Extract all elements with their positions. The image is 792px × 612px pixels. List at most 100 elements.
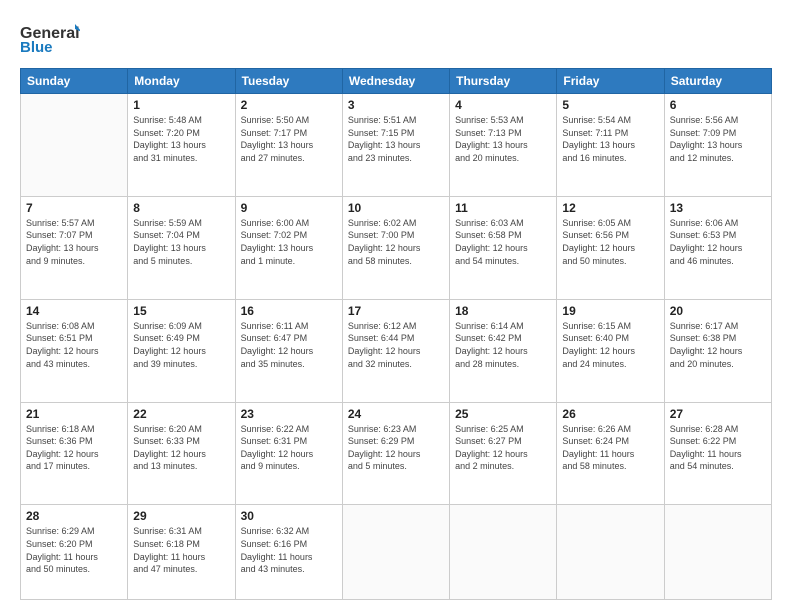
day-number: 12 bbox=[562, 201, 658, 215]
day-info: Sunrise: 5:51 AM Sunset: 7:15 PM Dayligh… bbox=[348, 114, 444, 164]
day-info: Sunrise: 5:56 AM Sunset: 7:09 PM Dayligh… bbox=[670, 114, 766, 164]
day-info: Sunrise: 5:48 AM Sunset: 7:20 PM Dayligh… bbox=[133, 114, 229, 164]
day-cell: 19 Sunrise: 6:15 AM Sunset: 6:40 PM Dayli… bbox=[557, 299, 664, 402]
day-number: 14 bbox=[26, 304, 122, 318]
day-info: Sunrise: 6:22 AM Sunset: 6:31 PM Dayligh… bbox=[241, 423, 337, 473]
day-number: 18 bbox=[455, 304, 551, 318]
week-row-1: 1 Sunrise: 5:48 AM Sunset: 7:20 PM Daylig… bbox=[21, 94, 772, 197]
day-cell: 11Sunrise: 6:03 AM Sunset: 6:58 PM Dayli… bbox=[450, 196, 557, 299]
week-row-3: 14 Sunrise: 6:08 AM Sunset: 6:51 PM Dayli… bbox=[21, 299, 772, 402]
day-info: Sunrise: 6:15 AM Sunset: 6:40 PM Dayligh… bbox=[562, 320, 658, 370]
day-info: Sunrise: 6:17 AM Sunset: 6:38 PM Dayligh… bbox=[670, 320, 766, 370]
day-number: 27 bbox=[670, 407, 766, 421]
weekday-header-row: SundayMondayTuesdayWednesdayThursdayFrid… bbox=[21, 69, 772, 94]
day-cell: 17 Sunrise: 6:12 AM Sunset: 6:44 PM Dayli… bbox=[342, 299, 449, 402]
logo-svg: GeneralBlue bbox=[20, 20, 80, 58]
day-info: Sunrise: 6:00 AM Sunset: 7:02 PM Dayligh… bbox=[241, 217, 337, 267]
day-number: 30 bbox=[241, 509, 337, 523]
day-info: Sunrise: 6:31 AM Sunset: 6:18 PM Dayligh… bbox=[133, 525, 229, 575]
day-cell: 7 Sunrise: 5:57 AM Sunset: 7:07 PM Daylig… bbox=[21, 196, 128, 299]
day-cell bbox=[342, 505, 449, 600]
day-cell: 22 Sunrise: 6:20 AM Sunset: 6:33 PM Dayli… bbox=[128, 402, 235, 505]
day-number: 6 bbox=[670, 98, 766, 112]
weekday-header-monday: Monday bbox=[128, 69, 235, 94]
weekday-header-wednesday: Wednesday bbox=[342, 69, 449, 94]
day-number: 22 bbox=[133, 407, 229, 421]
day-number: 1 bbox=[133, 98, 229, 112]
day-info: Sunrise: 6:18 AM Sunset: 6:36 PM Dayligh… bbox=[26, 423, 122, 473]
header: GeneralBlue bbox=[20, 16, 772, 58]
day-cell: 5 Sunrise: 5:54 AM Sunset: 7:11 PM Daylig… bbox=[557, 94, 664, 197]
day-cell: 13Sunrise: 6:06 AM Sunset: 6:53 PM Dayli… bbox=[664, 196, 771, 299]
day-cell: 27 Sunrise: 6:28 AM Sunset: 6:22 PM Dayli… bbox=[664, 402, 771, 505]
day-number: 29 bbox=[133, 509, 229, 523]
day-cell: 26 Sunrise: 6:26 AM Sunset: 6:24 PM Dayli… bbox=[557, 402, 664, 505]
day-cell: 9 Sunrise: 6:00 AM Sunset: 7:02 PM Daylig… bbox=[235, 196, 342, 299]
day-number: 25 bbox=[455, 407, 551, 421]
day-cell: 18 Sunrise: 6:14 AM Sunset: 6:42 PM Dayli… bbox=[450, 299, 557, 402]
day-info: Sunrise: 6:25 AM Sunset: 6:27 PM Dayligh… bbox=[455, 423, 551, 473]
day-cell bbox=[21, 94, 128, 197]
day-number: 23 bbox=[241, 407, 337, 421]
day-info: Sunrise: 6:28 AM Sunset: 6:22 PM Dayligh… bbox=[670, 423, 766, 473]
weekday-header-saturday: Saturday bbox=[664, 69, 771, 94]
day-number: 2 bbox=[241, 98, 337, 112]
day-number: 4 bbox=[455, 98, 551, 112]
day-cell: 24Sunrise: 6:23 AM Sunset: 6:29 PM Dayli… bbox=[342, 402, 449, 505]
day-info: Sunrise: 6:09 AM Sunset: 6:49 PM Dayligh… bbox=[133, 320, 229, 370]
svg-text:Blue: Blue bbox=[20, 39, 53, 56]
day-cell: 8 Sunrise: 5:59 AM Sunset: 7:04 PM Daylig… bbox=[128, 196, 235, 299]
day-info: Sunrise: 5:54 AM Sunset: 7:11 PM Dayligh… bbox=[562, 114, 658, 164]
day-number: 7 bbox=[26, 201, 122, 215]
day-cell: 30 Sunrise: 6:32 AM Sunset: 6:16 PM Dayli… bbox=[235, 505, 342, 600]
day-info: Sunrise: 6:14 AM Sunset: 6:42 PM Dayligh… bbox=[455, 320, 551, 370]
day-cell: 14 Sunrise: 6:08 AM Sunset: 6:51 PM Dayli… bbox=[21, 299, 128, 402]
day-info: Sunrise: 6:32 AM Sunset: 6:16 PM Dayligh… bbox=[241, 525, 337, 575]
day-number: 8 bbox=[133, 201, 229, 215]
day-info: Sunrise: 5:53 AM Sunset: 7:13 PM Dayligh… bbox=[455, 114, 551, 164]
day-number: 24 bbox=[348, 407, 444, 421]
day-info: Sunrise: 6:08 AM Sunset: 6:51 PM Dayligh… bbox=[26, 320, 122, 370]
day-info: Sunrise: 6:03 AM Sunset: 6:58 PM Dayligh… bbox=[455, 217, 551, 267]
day-cell: 6 Sunrise: 5:56 AM Sunset: 7:09 PM Daylig… bbox=[664, 94, 771, 197]
weekday-header-friday: Friday bbox=[557, 69, 664, 94]
day-number: 10 bbox=[348, 201, 444, 215]
week-row-5: 28Sunrise: 6:29 AM Sunset: 6:20 PM Dayli… bbox=[21, 505, 772, 600]
day-info: Sunrise: 5:59 AM Sunset: 7:04 PM Dayligh… bbox=[133, 217, 229, 267]
day-cell: 2Sunrise: 5:50 AM Sunset: 7:17 PM Daylig… bbox=[235, 94, 342, 197]
day-cell bbox=[664, 505, 771, 600]
day-number: 21 bbox=[26, 407, 122, 421]
day-number: 9 bbox=[241, 201, 337, 215]
day-number: 19 bbox=[562, 304, 658, 318]
day-cell: 29 Sunrise: 6:31 AM Sunset: 6:18 PM Dayli… bbox=[128, 505, 235, 600]
day-number: 5 bbox=[562, 98, 658, 112]
day-number: 15 bbox=[133, 304, 229, 318]
day-cell: 1 Sunrise: 5:48 AM Sunset: 7:20 PM Daylig… bbox=[128, 94, 235, 197]
day-cell: 16Sunrise: 6:11 AM Sunset: 6:47 PM Dayli… bbox=[235, 299, 342, 402]
day-number: 26 bbox=[562, 407, 658, 421]
day-cell: 28Sunrise: 6:29 AM Sunset: 6:20 PM Dayli… bbox=[21, 505, 128, 600]
day-cell bbox=[557, 505, 664, 600]
day-number: 17 bbox=[348, 304, 444, 318]
logo: GeneralBlue bbox=[20, 20, 80, 58]
day-info: Sunrise: 6:11 AM Sunset: 6:47 PM Dayligh… bbox=[241, 320, 337, 370]
day-cell: 3Sunrise: 5:51 AM Sunset: 7:15 PM Daylig… bbox=[342, 94, 449, 197]
weekday-header-thursday: Thursday bbox=[450, 69, 557, 94]
day-number: 20 bbox=[670, 304, 766, 318]
day-info: Sunrise: 5:57 AM Sunset: 7:07 PM Dayligh… bbox=[26, 217, 122, 267]
day-info: Sunrise: 6:12 AM Sunset: 6:44 PM Dayligh… bbox=[348, 320, 444, 370]
day-cell: 4 Sunrise: 5:53 AM Sunset: 7:13 PM Daylig… bbox=[450, 94, 557, 197]
day-cell: 21 Sunrise: 6:18 AM Sunset: 6:36 PM Dayli… bbox=[21, 402, 128, 505]
day-cell: 25 Sunrise: 6:25 AM Sunset: 6:27 PM Dayli… bbox=[450, 402, 557, 505]
day-info: Sunrise: 6:26 AM Sunset: 6:24 PM Dayligh… bbox=[562, 423, 658, 473]
day-info: Sunrise: 6:02 AM Sunset: 7:00 PM Dayligh… bbox=[348, 217, 444, 267]
day-info: Sunrise: 6:06 AM Sunset: 6:53 PM Dayligh… bbox=[670, 217, 766, 267]
day-cell: 20 Sunrise: 6:17 AM Sunset: 6:38 PM Dayli… bbox=[664, 299, 771, 402]
weekday-header-tuesday: Tuesday bbox=[235, 69, 342, 94]
day-cell bbox=[450, 505, 557, 600]
day-cell: 10 Sunrise: 6:02 AM Sunset: 7:00 PM Dayli… bbox=[342, 196, 449, 299]
day-cell: 23 Sunrise: 6:22 AM Sunset: 6:31 PM Dayli… bbox=[235, 402, 342, 505]
day-info: Sunrise: 6:29 AM Sunset: 6:20 PM Dayligh… bbox=[26, 525, 122, 575]
day-cell: 12Sunrise: 6:05 AM Sunset: 6:56 PM Dayli… bbox=[557, 196, 664, 299]
day-info: Sunrise: 6:20 AM Sunset: 6:33 PM Dayligh… bbox=[133, 423, 229, 473]
